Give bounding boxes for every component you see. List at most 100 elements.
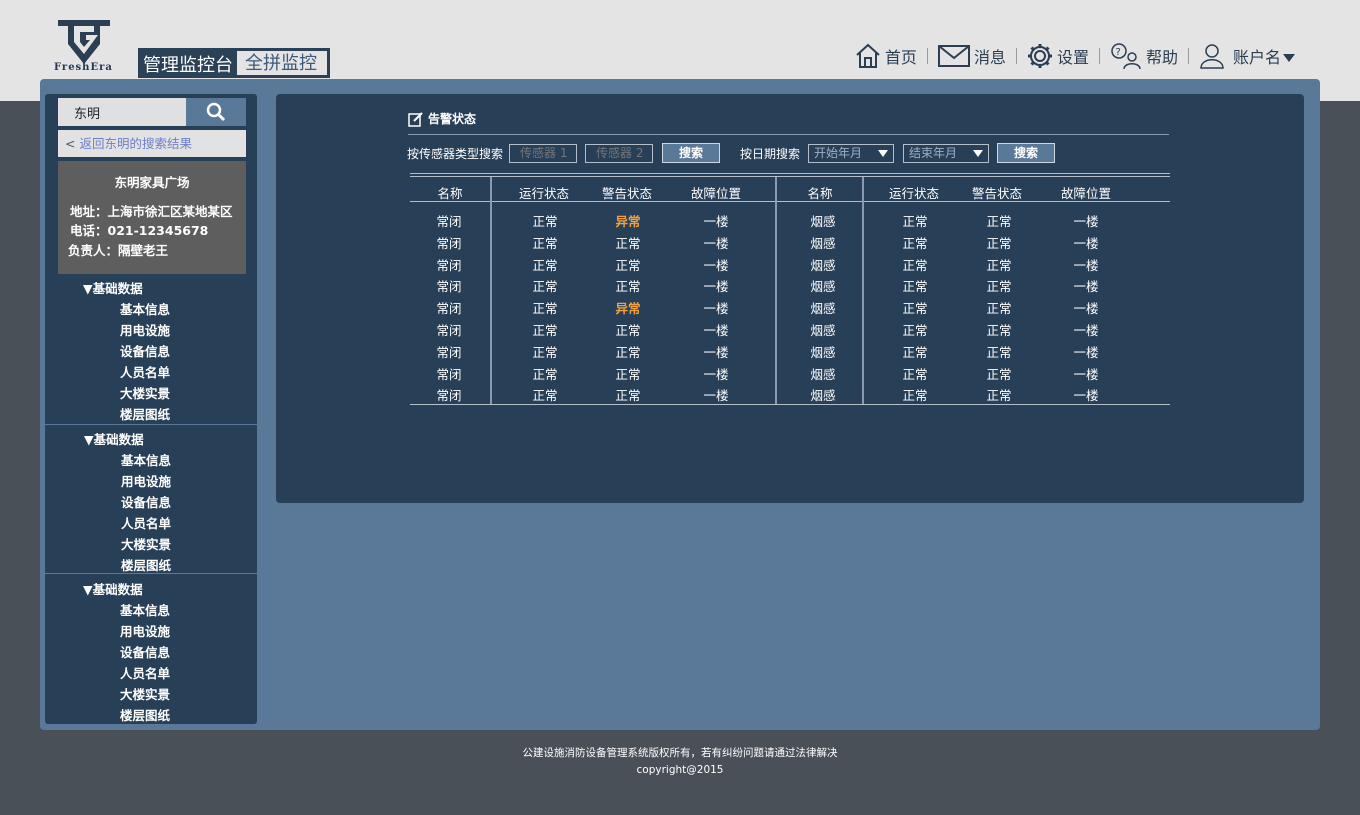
search-input[interactable] — [58, 98, 186, 126]
cell-alarm-status: 正常 — [986, 323, 1012, 338]
filter-bar: 按传感器类型搜索 搜索 按日期搜索 开始年月 结束年月 搜索 — [407, 143, 1056, 163]
cell-name: 常闭 — [436, 388, 462, 404]
menu-item-device-info[interactable]: 设备信息 — [120, 341, 170, 360]
menu-item-floor-plans[interactable]: 楼层图纸 — [120, 404, 170, 423]
tab-management-console[interactable]: 管理监控台 — [138, 48, 237, 78]
back-arrow-icon: < — [65, 136, 76, 151]
back-link-label: 返回东明的搜索结果 — [79, 136, 192, 151]
cell-run-status: 正常 — [532, 301, 558, 317]
cell-fault-location: 一楼 — [1073, 279, 1099, 295]
title-tabs: 管理监控台 全拼监控 — [138, 48, 330, 78]
tab-full-monitor[interactable]: 全拼监控 — [237, 48, 330, 78]
menu-item-power-facilities[interactable]: 用电设施 — [120, 320, 170, 339]
menu-item-building-photos[interactable]: 大楼实景 — [120, 684, 170, 703]
nav-help[interactable]: ? 帮助 — [1110, 42, 1178, 70]
cell-fault-location: 一楼 — [1073, 301, 1099, 317]
start-month-select[interactable]: 开始年月 — [808, 143, 895, 163]
edit-note-icon — [408, 111, 423, 127]
menu-item-floor-plans[interactable]: 楼层图纸 — [121, 555, 171, 574]
cell-name: 烟感 — [810, 214, 836, 229]
sensor1-input[interactable] — [509, 143, 578, 163]
menu-item-power-facilities[interactable]: 用电设施 — [121, 471, 171, 490]
cell-fault-location: 一楼 — [1073, 235, 1099, 251]
cell-alarm-status: 正常 — [615, 366, 641, 382]
menu-item-building-photos[interactable]: 大楼实景 — [121, 534, 171, 553]
menu-item-floor-plans[interactable]: 楼层图纸 — [120, 705, 170, 724]
back-to-results-link[interactable]: < 返回东明的搜索结果 — [58, 130, 246, 157]
menu-item-basic-info[interactable]: 基本信息 — [120, 600, 170, 619]
menu-group-title[interactable]: ▼基础数据 — [83, 579, 143, 598]
menu-item-device-info[interactable]: 设备信息 — [120, 642, 170, 661]
cell-fault-location: 一楼 — [703, 301, 729, 317]
cell-name: 常闭 — [436, 257, 462, 273]
menu-group-title[interactable]: ▼基础数据 — [84, 429, 144, 448]
menu-item-basic-info[interactable]: 基本信息 — [121, 450, 171, 469]
nav-home[interactable]: 首页 — [855, 43, 917, 69]
panel-title-underline — [408, 134, 1169, 135]
panel-title: 告警状态 — [428, 112, 477, 126]
cell-fault-location: 一楼 — [703, 366, 729, 382]
cell-fault-location: 一楼 — [1073, 344, 1099, 360]
nav-help-label: 帮助 — [1145, 48, 1178, 67]
nav-account[interactable]: 账户名 — [1199, 43, 1300, 69]
cell-fault-location: 一楼 — [703, 257, 729, 273]
cell-fault-location: 一楼 — [1073, 257, 1099, 273]
menu-item-personnel-list[interactable]: 人员名单 — [120, 362, 170, 381]
nav-settings-label: 设置 — [1056, 48, 1089, 67]
end-month-select[interactable]: 结束年月 — [903, 143, 990, 163]
menu-divider — [45, 573, 320, 574]
cell-run-status: 正常 — [532, 214, 558, 229]
cell-name: 常闭 — [436, 235, 462, 251]
sensor-search-button[interactable]: 搜索 — [662, 143, 721, 163]
site-phone: 电话：021-12345678 — [70, 223, 209, 238]
user-icon — [1200, 44, 1224, 69]
menu-item-power-facilities[interactable]: 用电设施 — [120, 621, 170, 640]
sensor2-input[interactable] — [585, 143, 654, 163]
logo-text: FreshEra — [54, 62, 113, 73]
menu-item-basic-info[interactable]: 基本信息 — [120, 299, 170, 318]
cell-run-status: 正常 — [902, 257, 928, 273]
cell-alarm-status: 正常 — [615, 279, 641, 295]
cell-fault-location: 一楼 — [703, 235, 729, 251]
mail-icon — [937, 45, 970, 67]
search-button[interactable] — [186, 98, 246, 126]
cell-name: 烟感 — [810, 388, 836, 404]
cell-alarm-status: 正常 — [986, 279, 1012, 295]
end-month-placeholder: 结束年月 — [909, 145, 958, 160]
gear-icon — [1027, 44, 1052, 68]
cell-fault-location: 一楼 — [703, 214, 729, 229]
cell-alarm-status: 正常 — [615, 257, 641, 273]
cell-run-status: 正常 — [902, 388, 928, 404]
cell-run-status: 正常 — [532, 344, 558, 360]
header-alarm-status: 警告状态 — [971, 186, 1023, 201]
dropdown-arrow-icon — [878, 149, 889, 157]
cell-run-status: 正常 — [902, 344, 928, 360]
start-month-placeholder: 开始年月 — [814, 145, 863, 160]
menu-item-device-info[interactable]: 设备信息 — [121, 492, 171, 511]
footer-copyright-notice: 公建设施消防设备管理系统版权所有，若有纠纷问题请通过法律解决 — [522, 747, 838, 759]
cell-alarm-status: 正常 — [986, 388, 1012, 404]
menu-item-personnel-list[interactable]: 人员名单 — [121, 513, 171, 532]
nav-messages[interactable]: 消息 — [937, 43, 1006, 69]
cell-fault-location: 一楼 — [703, 323, 729, 338]
header-fault-location: 故障位置 — [690, 186, 742, 201]
cell-name: 常闭 — [436, 301, 462, 317]
nav-divider — [1015, 48, 1017, 64]
cell-run-status: 正常 — [532, 235, 558, 251]
menu-item-personnel-list[interactable]: 人员名单 — [120, 663, 170, 682]
sensor-filter-label: 按传感器类型搜索 — [407, 146, 504, 161]
header-name: 名称 — [437, 186, 463, 201]
svg-text:?: ? — [1115, 47, 1120, 58]
menu-item-building-photos[interactable]: 大楼实景 — [120, 383, 170, 402]
date-search-button[interactable]: 搜索 — [997, 143, 1056, 163]
chevron-down-icon — [1283, 53, 1295, 62]
cell-alarm-status: 正常 — [986, 214, 1012, 229]
cell-run-status: 正常 — [902, 214, 928, 229]
table-bottom-line — [410, 404, 1170, 405]
cell-alarm-status: 异常 — [615, 214, 641, 229]
cell-fault-location: 一楼 — [1073, 323, 1099, 338]
table-top-line — [410, 176, 1170, 177]
nav-settings[interactable]: 设置 — [1027, 43, 1089, 69]
menu-group-title[interactable]: ▼基础数据 — [83, 278, 143, 297]
home-icon — [856, 43, 880, 68]
